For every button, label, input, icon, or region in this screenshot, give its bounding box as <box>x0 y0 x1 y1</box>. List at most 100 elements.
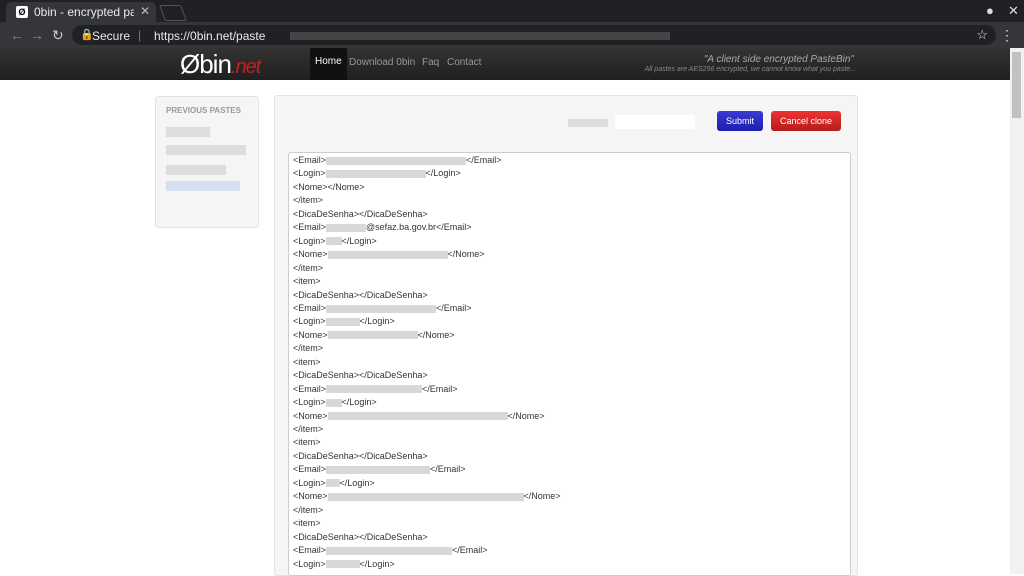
paste-line-text: @sefaz.ba.gov.br</Email> <box>366 222 472 233</box>
paste-line-text: <DicaDeSenha></DicaDeSenha> <box>293 289 428 300</box>
previous-pastes-panel: PREVIOUS PASTES <box>155 96 259 228</box>
paste-line-text: </Login> <box>359 558 395 569</box>
paste-line-text: <Login> <box>293 168 326 179</box>
paste-line: <Email> </Email> <box>293 155 502 165</box>
logo-main: Øbin <box>180 49 232 79</box>
redacted-block <box>327 250 448 259</box>
redacted-block <box>327 492 524 501</box>
paste-line-text: <Email> <box>293 464 327 475</box>
site-logo[interactable]: Øbin.net <box>180 49 261 80</box>
address-bar[interactable]: 🔒 Secure | https://0bin.net/paste ☆ <box>72 25 996 45</box>
expiration-label <box>568 119 608 127</box>
site-sub-slogan: All pastes are AES256 encrypted, we cann… <box>644 66 856 73</box>
browser-menu-icon[interactable]: ⋮ <box>1000 27 1014 44</box>
paste-line-text: <Email> <box>293 383 327 394</box>
nav-home[interactable]: Home <box>310 48 347 80</box>
window-close-icon[interactable]: ✕ <box>1008 3 1019 19</box>
paste-line: <Nome></Nome> <box>293 411 545 421</box>
paste-line-text: <item> <box>293 437 321 448</box>
paste-line-text: </Email> <box>452 545 488 556</box>
paste-line-text: </Login> <box>339 477 375 488</box>
redacted-block <box>326 546 453 555</box>
redacted-block <box>325 170 426 179</box>
submit-button[interactable]: Submit <box>717 111 764 131</box>
paste-line: </item> <box>293 263 323 273</box>
paste-line-text: </Email> <box>466 155 502 165</box>
paste-line-text: <Login> <box>293 235 326 246</box>
paste-line-text: <DicaDeSenha></DicaDeSenha> <box>293 531 428 542</box>
paste-line-text: <item> <box>293 518 321 529</box>
previous-paste-link[interactable] <box>166 127 210 137</box>
redacted-block <box>325 560 360 569</box>
paste-line-text: </item> <box>293 195 324 206</box>
paste-line-text: <DicaDeSenha></DicaDeSenha> <box>293 450 428 461</box>
reload-icon[interactable]: ↻ <box>52 27 64 44</box>
paste-line: <Login> </Login> <box>293 316 395 326</box>
paste-line-text: </Nome> <box>523 491 561 502</box>
paste-line-text: <Login> <box>293 477 326 488</box>
paste-line: <item> <box>293 518 321 528</box>
scrollbar-thumb[interactable] <box>1012 52 1021 118</box>
paste-line-text: <DicaDeSenha></DicaDeSenha> <box>293 208 428 219</box>
paste-line-text: <Nome> <box>293 329 328 340</box>
paste-line: </item> <box>293 424 323 434</box>
redacted-block <box>326 223 367 232</box>
paste-line-text: </Email> <box>436 302 472 313</box>
paste-line: <Email> </Email> <box>293 384 458 394</box>
previous-paste-link[interactable] <box>166 145 246 155</box>
paste-line-text: </item> <box>293 262 324 273</box>
paste-line: <Login> </Login> <box>293 397 377 407</box>
browser-tab[interactable]: Ø 0bin - encrypted pas ✕ <box>6 2 156 22</box>
paste-line-text: </Nome> <box>417 329 455 340</box>
paste-line-text: <item> <box>293 356 321 367</box>
paste-line-text: </Login> <box>425 168 461 179</box>
new-tab-button[interactable] <box>159 5 187 21</box>
nav-faq[interactable]: Faq <box>422 57 439 68</box>
favicon-icon: Ø <box>16 6 28 18</box>
secure-label: Secure <box>92 29 131 43</box>
page-scrollbar[interactable] <box>1010 48 1024 574</box>
paste-line: <DicaDeSenha></DicaDeSenha> <box>293 209 428 219</box>
paste-line-text: <Nome> <box>293 249 328 260</box>
logo-net: .net <box>230 56 261 78</box>
redacted-block <box>326 465 431 474</box>
paste-line: <Email> @sefaz.ba.gov.br</Email> <box>293 222 472 232</box>
redacted-block <box>325 318 360 327</box>
paste-line: <Nome></Nome> <box>293 182 365 192</box>
url-redacted <box>290 32 670 40</box>
paste-line-text: <Email> <box>293 545 327 556</box>
url-text: https://0bin.net/paste <box>154 29 266 43</box>
paste-line-text: <DicaDeSenha></DicaDeSenha> <box>293 370 428 381</box>
paste-line-text: </Email> <box>430 464 466 475</box>
paste-line-text: </Login> <box>341 397 377 408</box>
forward-icon[interactable]: → <box>30 27 44 43</box>
paste-textarea[interactable]: <Email> </Email> <Login> </Login> <Nome> </No… <box>288 152 851 576</box>
profile-icon[interactable]: ● <box>986 3 994 18</box>
nav-download[interactable]: Download 0bin <box>349 57 415 68</box>
previous-paste-link[interactable] <box>166 181 240 191</box>
paste-line-text: </Login> <box>341 235 377 246</box>
expiration-select[interactable] <box>615 115 695 129</box>
paste-line: </item> <box>293 505 323 515</box>
paste-line: <Nome></Nome> <box>293 249 485 259</box>
paste-line: <Login> </Login> <box>293 559 395 569</box>
redacted-block <box>327 331 418 340</box>
previous-pastes-heading: PREVIOUS PASTES <box>166 106 241 115</box>
bookmark-star-icon[interactable]: ☆ <box>976 27 988 43</box>
tab-strip: Ø 0bin - encrypted pas ✕ ● ✕ <box>0 0 1024 22</box>
cancel-clone-button[interactable]: Cancel clone <box>771 111 842 131</box>
close-tab-icon[interactable]: ✕ <box>140 4 150 18</box>
paste-line: <DicaDeSenha></DicaDeSenha> <box>293 290 428 300</box>
paste-line-text: </item> <box>293 504 324 515</box>
previous-paste-link[interactable] <box>166 165 226 175</box>
paste-line: <Email> </Email> <box>293 303 472 313</box>
paste-line: <item> <box>293 437 321 447</box>
back-icon[interactable]: ← <box>10 27 24 43</box>
redacted-block <box>325 479 340 488</box>
paste-line-text: </Nome> <box>507 410 545 421</box>
paste-line: <item> <box>293 357 321 367</box>
redacted-block <box>326 385 423 394</box>
nav-contact[interactable]: Contact <box>447 57 481 68</box>
paste-line: <Email> </Email> <box>293 464 466 474</box>
paste-line-text: </Login> <box>359 316 395 327</box>
